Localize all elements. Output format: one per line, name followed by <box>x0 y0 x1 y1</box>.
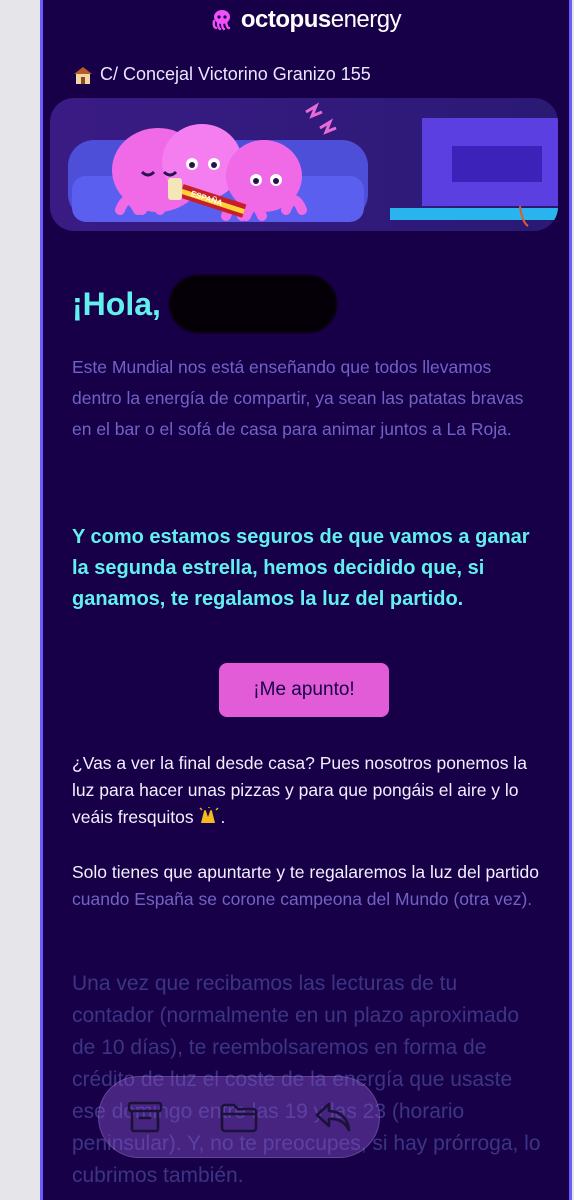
signup-text-a: Solo tienes que apuntarte y te regalarem… <box>72 862 539 882</box>
intro-paragraph: Este Mundial nos está enseñando que todo… <box>72 357 524 439</box>
hero-illustration: ESPAÑA <box>68 102 558 227</box>
brand-name: octopusenergy <box>240 6 402 33</box>
octopus-logo-icon <box>212 10 231 31</box>
highlight-paragraph: Y como estamos seguros de que vamos a ga… <box>72 526 530 610</box>
reply-button[interactable] <box>306 1090 360 1144</box>
final-paragraph: ¿Vas a ver la final desde casa? Pues nos… <box>72 750 544 831</box>
move-to-folder-button[interactable] <box>212 1090 266 1144</box>
raised-hands-icon <box>199 807 219 823</box>
brand-header: octopusenergy <box>40 6 572 34</box>
redacted-name <box>168 275 337 333</box>
reply-icon <box>315 1102 351 1132</box>
final-period: . <box>220 807 226 827</box>
greeting-text: ¡Hola, <box>72 285 161 322</box>
mail-action-toolbar <box>98 1076 380 1158</box>
archive-button[interactable] <box>118 1090 172 1144</box>
signup-text-b: cuando España se corone campeona del Mun… <box>72 889 533 909</box>
signup-button[interactable]: ¡Me apunto! <box>219 663 389 717</box>
greeting-heading: ¡Hola, <box>72 275 337 333</box>
house-icon <box>74 66 92 84</box>
signup-paragraph: Solo tienes que apuntarte y te regalarem… <box>72 859 544 913</box>
address-line: C/ Concejal Victorino Granizo 155 <box>72 64 371 85</box>
hero-banner: ESPAÑA <box>50 98 558 231</box>
final-text: ¿Vas a ver la final desde casa? Pues nos… <box>72 753 527 827</box>
folder-icon <box>220 1103 258 1133</box>
email-view: octopusenergy C/ Concejal Victorino Gran… <box>40 0 572 1200</box>
address-text: C/ Concejal Victorino Granizo 155 <box>100 64 371 84</box>
archive-icon <box>127 1101 163 1133</box>
